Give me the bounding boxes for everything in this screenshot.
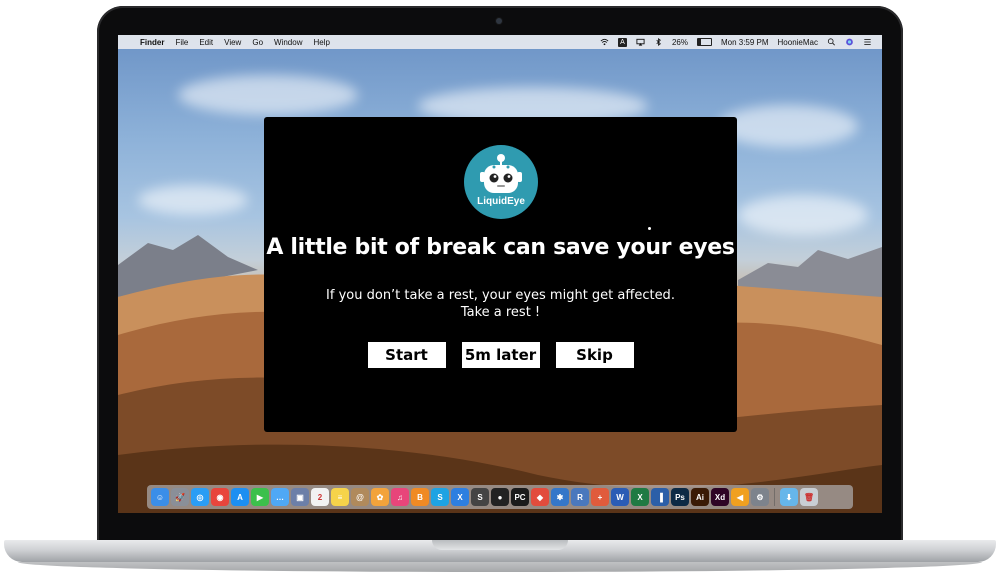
menu-user[interactable]: HoonieMac [778,38,818,47]
finder-icon[interactable]: ☺ [151,488,169,506]
tableau-icon[interactable]: + [591,488,609,506]
safari-icon[interactable]: ◎ [191,488,209,506]
menu-help[interactable]: Help [313,38,329,47]
word-icon[interactable]: W [611,488,629,506]
contacts-icon[interactable]: @ [351,488,369,506]
preview-icon[interactable]: ▣ [291,488,309,506]
github-icon[interactable]: ● [491,488,509,506]
menu-window[interactable]: Window [274,38,302,47]
start-button[interactable]: Start [367,342,446,368]
dock-separator [774,488,775,506]
input-source-icon[interactable]: A [617,37,627,47]
airplay-icon[interactable] [636,38,645,46]
laptop-lid-notch [432,540,568,550]
system-preferences-icon[interactable]: ⚙ [751,488,769,506]
xd-icon[interactable]: Xd [711,488,729,506]
photos-icon[interactable]: ✿ [371,488,389,506]
powershell-icon[interactable]: ▐ [651,488,669,506]
bluetooth-icon[interactable] [654,38,663,46]
git-icon[interactable]: ◆ [531,488,549,506]
siri-icon[interactable] [845,38,854,46]
notes-icon[interactable]: ≡ [331,488,349,506]
skip-button[interactable]: Skip [555,342,634,368]
app-store-icon[interactable]: A [231,488,249,506]
break-reminder-dialog: LiquidEye A little bit of break can save… [264,117,737,432]
laptop-base-shadow [18,562,982,572]
wifi-icon[interactable] [600,38,609,46]
dialog-headline: A little bit of break can save your eyes [266,235,735,260]
logo-wordmark: LiquidEye [477,196,525,207]
status-area: A 26% Mon 3:59 PM HoonieMac [600,37,872,47]
calendar-icon[interactable]: 2 [311,488,329,506]
battery-level [697,39,702,45]
chrome-icon[interactable]: ◉ [211,488,229,506]
mouse-pointer [648,227,651,230]
fish-icon[interactable]: ◀ [731,488,749,506]
xcode-icon[interactable]: X [451,488,469,506]
menu-finder[interactable]: Finder [140,38,164,47]
dialog-message: If you don’t take a rest, your eyes migh… [264,287,737,321]
battery-percent: 26% [671,37,688,47]
trash-icon[interactable]: 🗑 [800,488,818,506]
message-line-1: If you don’t take a rest, your eyes migh… [326,288,675,303]
downloads-folder-icon[interactable]: ⬇ [780,488,798,506]
menu-view[interactable]: View [224,38,241,47]
message-line-2: Take a rest ! [460,305,541,320]
photoshop-icon[interactable]: Ps [671,488,689,506]
robot-face-icon [480,154,522,193]
dock: ☺ 🚀 ◎ ◉ A ▶… ▣ 2 ≡ @ ✿ ♫ B S X S ● PC ◆ ✱ R + W X ▐ Ps Ai Xd ◀ ⚙ ⬇ 🗑 [147,485,853,509]
network-icon[interactable]: ✱ [551,488,569,506]
notification-center-icon[interactable] [863,38,872,46]
menu-go[interactable]: Go [252,38,263,47]
pycharm-icon[interactable]: PC [511,488,529,506]
camera-icon [496,18,502,24]
menu-clock[interactable]: Mon 3:59 PM [721,38,769,47]
menu-bar: Finder File Edit View Go Window Help A 2… [118,35,882,49]
books-icon[interactable]: B [411,488,429,506]
battery-icon[interactable] [696,38,712,46]
excel-icon[interactable]: X [631,488,649,506]
messages-icon[interactable]: … [271,488,289,506]
r-icon[interactable]: R [571,488,589,506]
dialog-buttons: Start 5m later Skip [264,342,737,368]
spotlight-icon[interactable] [827,38,836,46]
sublime-icon[interactable]: S [471,488,489,506]
illustrator-icon[interactable]: Ai [691,488,709,506]
launchpad-icon[interactable]: 🚀 [171,488,189,506]
facetime-icon[interactable]: ▶ [251,488,269,506]
itunes-icon[interactable]: ♫ [391,488,409,506]
menu-file[interactable]: File [175,38,188,47]
skype-icon[interactable]: S [431,488,449,506]
menu-edit[interactable]: Edit [199,38,213,47]
desktop-screen: Finder File Edit View Go Window Help A 2… [118,35,882,513]
liquideye-logo: LiquidEye [464,145,538,219]
snooze-5m-button[interactable]: 5m later [461,342,540,368]
